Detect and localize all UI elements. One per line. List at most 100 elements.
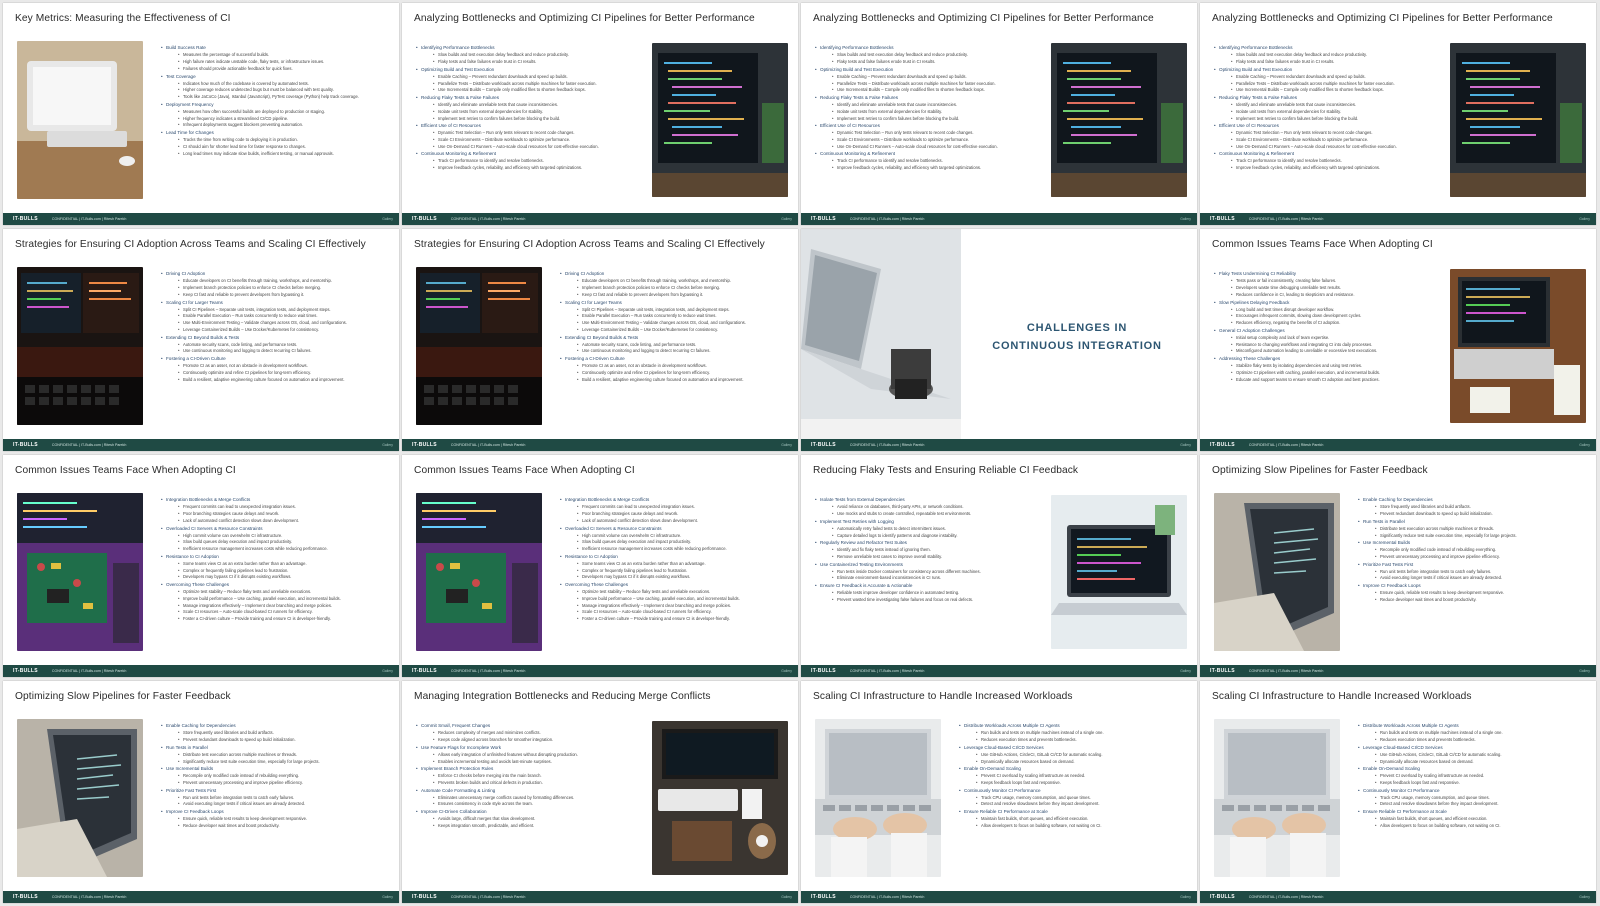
bullet-item: Maintain fast builds, short queues, and …	[1358, 816, 1588, 821]
slide-thumbnail[interactable]: Optimizing Slow Pipelines for Faster Fee…	[3, 681, 399, 903]
bullet-item: Identify and fix flaky tests instead of …	[815, 547, 1043, 552]
bullet-item: Enforce CI checks before merging into th…	[416, 773, 644, 778]
bullet-heading: Implement Branch Protection Rules	[416, 766, 644, 772]
bullet-item: Scale CI Environments – Distribute workl…	[416, 137, 644, 142]
footer-logo: IT-BULLS	[412, 442, 437, 448]
bullet-item: Slow builds and test execution delay fee…	[815, 52, 1043, 57]
footer-text: CONFIDENTIAL | IT-Bulls.com | Ritesh Par…	[1248, 669, 1324, 673]
laptop-wood-desk-photo	[1450, 269, 1586, 423]
bullet-item: Distribute test execution across multipl…	[161, 752, 391, 757]
slide-thumbnail[interactable]: Analyzing Bottlenecks and Optimizing CI …	[1200, 3, 1596, 225]
footer-text: CONFIDENTIAL | IT-Bulls.com | Ritesh Par…	[849, 895, 925, 899]
slide-thumbnail[interactable]: Common Issues Teams Face When Adopting C…	[1200, 229, 1596, 451]
slide-thumbnail[interactable]: Analyzing Bottlenecks and Optimizing CI …	[402, 3, 798, 225]
footer-page: Gallery	[1579, 443, 1590, 447]
bullet-item: Slow build queues delay execution and im…	[560, 539, 790, 544]
bullet-item: Improve feedback cycles, reliability, an…	[1214, 165, 1442, 170]
bullet-item: Complex or frequently failing pipelines …	[161, 568, 391, 573]
bullet-item: Reduces execution times and prevents bot…	[959, 737, 1189, 742]
bullet-item: Run unit tests before integration tests …	[1358, 569, 1588, 574]
bullet-item: Use On-Demand CI Runners – Auto-scale cl…	[815, 144, 1043, 149]
bullet-list: Commit Small, Frequent ChangesReduces co…	[416, 721, 644, 828]
bullet-item: Enable Caching – Prevent redundant downl…	[815, 74, 1043, 79]
slide-footer: IT-BULLS CONFIDENTIAL | IT-Bulls.com | Ri…	[801, 891, 1197, 903]
bullet-list: Driving CI AdoptionEducate developers on…	[161, 269, 391, 382]
bullet-heading: Leverage Cloud-Based CI/CD Services	[1358, 745, 1588, 751]
slide-thumbnail[interactable]: Common Issues Teams Face When Adopting C…	[402, 455, 798, 677]
bullet-heading: Efficient Use of CI Resources	[1214, 123, 1442, 129]
bullet-item: Avoid executing longer tests if critical…	[1358, 575, 1588, 580]
bullet-heading: Ensure CI Feedback is Accurate & Actiona…	[815, 583, 1043, 589]
bullet-item: Implement test retries to confirm failur…	[416, 116, 644, 121]
bullet-heading: Enable Caching for Dependencies	[1358, 497, 1588, 503]
bullet-list: Integration Bottlenecks & Merge Conflict…	[560, 495, 790, 621]
slide-thumbnail[interactable]: CHALLENGES IN CONTINUOUS INTEGRATION IT-BU…	[801, 229, 1197, 451]
footer-text: CONFIDENTIAL | IT-Bulls.com | Ritesh Par…	[1248, 217, 1324, 221]
slide-thumbnail[interactable]: Common Issues Teams Face When Adopting C…	[3, 455, 399, 677]
bullet-item: Inefficient resource management increase…	[560, 546, 790, 551]
slide-thumbnail[interactable]: Scaling CI Infrastructure to Handle Incr…	[1200, 681, 1596, 903]
slide-footer: IT-BULLS CONFIDENTIAL | IT-Bulls.com | Ri…	[1200, 213, 1596, 225]
footer-page: Gallery	[1579, 217, 1590, 221]
hands-typing-photo	[1214, 719, 1340, 877]
bullet-list: Isolate Tests from External Dependencies…	[815, 495, 1043, 602]
bullet-item: Measures the percentage of successful bu…	[161, 52, 391, 57]
slide-thumbnail[interactable]: Analyzing Bottlenecks and Optimizing CI …	[801, 3, 1197, 225]
slide-title: Common Issues Teams Face When Adopting C…	[414, 465, 635, 476]
bullet-heading: Continuous Monitoring & Refinement	[815, 151, 1043, 157]
bullet-item: Reduces complexity of merges and minimiz…	[416, 730, 644, 735]
bullet-item: Allow developers to focus on building so…	[1358, 823, 1588, 828]
bullet-item: Use On-Demand CI Runners – Auto-scale cl…	[416, 144, 644, 149]
slide-thumbnail[interactable]: Scaling CI Infrastructure to Handle Incr…	[801, 681, 1197, 903]
bullet-heading: Efficient Use of CI Resources	[416, 123, 644, 129]
slide-title: Analyzing Bottlenecks and Optimizing CI …	[414, 13, 755, 24]
bullet-item: Optimize test stability – Reduce flaky t…	[161, 589, 391, 594]
bullet-item: Flaky tests and false failures erode tru…	[416, 59, 644, 64]
bullet-item: High commit volume can overwhelm CI infr…	[560, 533, 790, 538]
hands-typing-photo	[815, 719, 941, 877]
bullet-item: Flaky tests and false failures erode tru…	[1214, 59, 1442, 64]
bullet-heading: Ensure Reliable CI Performance at Scale	[959, 809, 1189, 815]
slide-thumbnail[interactable]: Managing Integration Bottlenecks and Red…	[402, 681, 798, 903]
bullet-item: Implement test retries to confirm failur…	[1214, 116, 1442, 121]
slide-footer: IT-BULLS CONFIDENTIAL | IT-Bulls.com | Ri…	[1200, 439, 1596, 451]
bullet-heading: Optimizing Build and Test Execution	[1214, 67, 1442, 73]
bullet-item: Enable Caching – Prevent redundant downl…	[416, 74, 644, 79]
slide-thumbnail[interactable]: Strategies for Ensuring CI Adoption Acro…	[402, 229, 798, 451]
bullet-list: Driving CI AdoptionEducate developers on…	[560, 269, 790, 382]
slide-thumbnail[interactable]: Strategies for Ensuring CI Adoption Acro…	[3, 229, 399, 451]
bullet-list: Identifying Performance BottlenecksSlow …	[1214, 43, 1442, 170]
bullet-list: Enable Caching for DependenciesStore fre…	[1358, 495, 1588, 602]
footer-page: Gallery	[382, 443, 393, 447]
bullet-item: Use On-Demand CI Runners – Auto-scale cl…	[1214, 144, 1442, 149]
bullet-item: Track CPU usage, memory consumption, and…	[1358, 795, 1588, 800]
bullet-item: Promote CI as an asset, not an obstacle …	[161, 363, 391, 368]
bullet-heading: Reducing Flaky Tests & False Failures	[1214, 95, 1442, 101]
bullet-item: Keep CI fast and reliable to prevent dev…	[161, 292, 391, 297]
bullet-item: Allows early integration of unfinished f…	[416, 752, 644, 757]
bullet-item: Slow build queues delay execution and im…	[161, 539, 391, 544]
bullet-item: Parallelize Tests – Distribute workloads…	[416, 81, 644, 86]
footer-logo: IT-BULLS	[412, 668, 437, 674]
bullet-heading: Efficient Use of CI Resources	[815, 123, 1043, 129]
footer-logo: IT-BULLS	[13, 442, 38, 448]
bullet-item: Reduces execution times and prevents bot…	[1358, 737, 1588, 742]
bullet-heading: Optimizing Build and Test Execution	[416, 67, 644, 73]
circuit-board-photo	[416, 493, 542, 651]
footer-logo: IT-BULLS	[811, 216, 836, 222]
slide-title: Analyzing Bottlenecks and Optimizing CI …	[1212, 13, 1553, 24]
footer-text: CONFIDENTIAL | IT-Bulls.com | Ritesh Par…	[51, 443, 127, 447]
bullet-item: Infrequent deployments suggest blockers …	[161, 122, 391, 127]
bullet-item: Improve feedback cycles, reliability, an…	[815, 165, 1043, 170]
laptop-code-photo	[1051, 495, 1187, 649]
slide-thumbnail[interactable]: Optimizing Slow Pipelines for Faster Fee…	[1200, 455, 1596, 677]
slide-title: Optimizing Slow Pipelines for Faster Fee…	[1212, 465, 1428, 476]
bullet-item: Scale CI resources – Auto-scale cloud-ba…	[161, 609, 391, 614]
footer-logo: IT-BULLS	[1210, 894, 1235, 900]
footer-page: Gallery	[382, 895, 393, 899]
slide-thumbnail[interactable]: Key Metrics: Measuring the Effectiveness…	[3, 3, 399, 225]
monitor-code-photo	[1051, 43, 1187, 197]
bullet-item: Dynamically allocate resources based on …	[959, 759, 1189, 764]
footer-logo: IT-BULLS	[811, 668, 836, 674]
slide-thumbnail[interactable]: Reducing Flaky Tests and Ensuring Reliab…	[801, 455, 1197, 677]
